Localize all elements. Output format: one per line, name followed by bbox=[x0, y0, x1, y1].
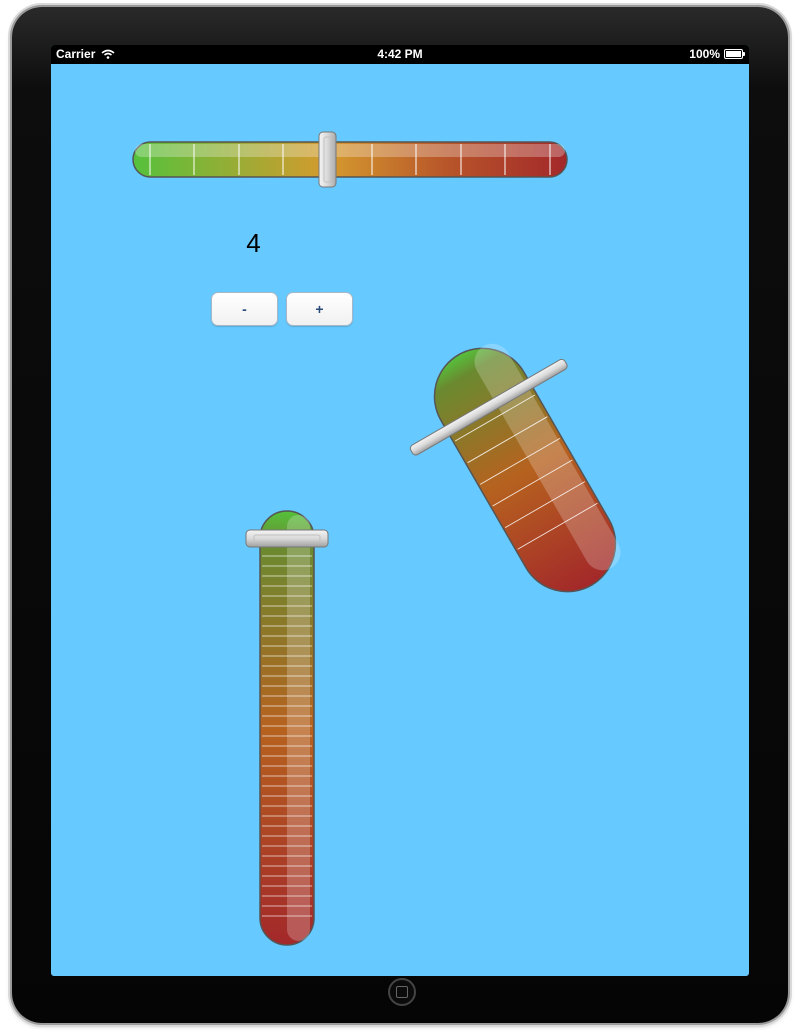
home-button[interactable] bbox=[388, 978, 416, 1006]
horizontal-slider-gloss bbox=[135, 144, 565, 157]
value-label: 4 bbox=[246, 228, 261, 258]
horizontal-slider-thumb[interactable] bbox=[318, 131, 337, 188]
sliders-canvas bbox=[132, 131, 668, 946]
horizontal-slider[interactable] bbox=[132, 131, 568, 188]
vertical-slider-gloss bbox=[287, 515, 310, 941]
vertical-slider[interactable] bbox=[245, 510, 329, 946]
decrement-button[interactable]: - bbox=[211, 292, 278, 326]
home-square-icon bbox=[396, 986, 408, 998]
vertical-slider-thumb[interactable] bbox=[245, 529, 329, 548]
app-screen: Carrier 4:42 PM 100% 4 - + bbox=[51, 45, 749, 976]
increment-button[interactable]: + bbox=[286, 292, 353, 326]
rotated-slider[interactable] bbox=[381, 310, 668, 629]
